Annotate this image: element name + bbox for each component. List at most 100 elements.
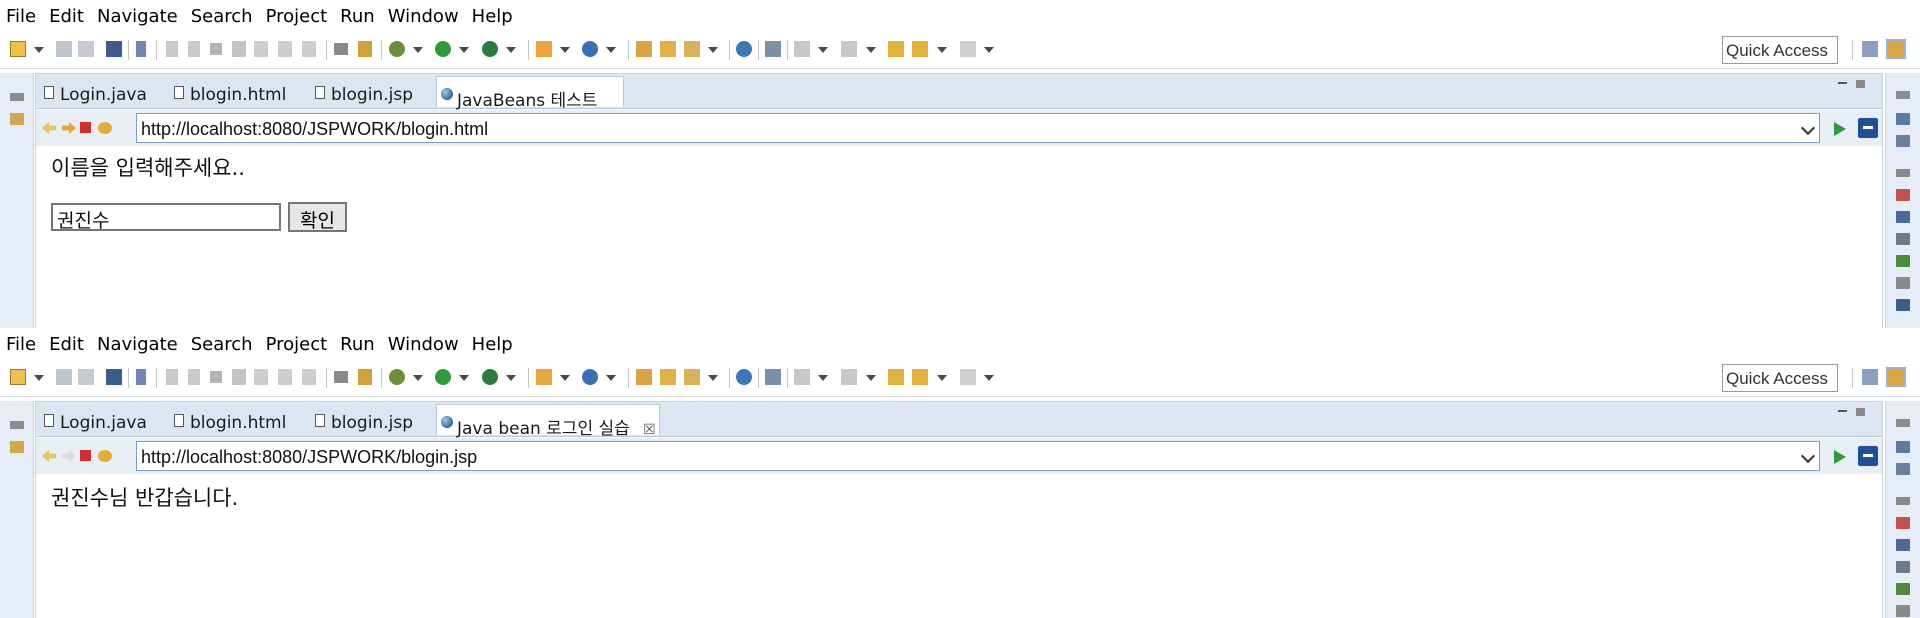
- stop-icon[interactable]: [80, 450, 91, 461]
- forward-dropdown-icon[interactable]: [984, 47, 994, 53]
- step-over-icon[interactable]: [278, 369, 292, 385]
- back-arrow-icon[interactable]: [42, 450, 56, 462]
- run-external-tools-icon[interactable]: [482, 369, 498, 385]
- menu-window[interactable]: Window: [388, 334, 459, 355]
- name-input[interactable]: 권진수: [51, 203, 281, 232]
- save-all-icon[interactable]: [78, 369, 94, 385]
- save-icon[interactable]: [56, 369, 72, 385]
- resume-icon[interactable]: [166, 369, 178, 385]
- external-tools-dropdown-icon[interactable]: [506, 375, 516, 381]
- open-external-icon[interactable]: [1858, 446, 1878, 466]
- new-icon[interactable]: [10, 41, 26, 57]
- restore-icon[interactable]: [10, 93, 24, 101]
- url-input[interactable]: http://localhost:8080/JSPWORK/blogin.htm…: [136, 113, 1820, 143]
- back-dropdown-icon[interactable]: [937, 47, 947, 53]
- last-edit-location-icon[interactable]: [888, 369, 904, 385]
- next-annotation-dropdown-icon[interactable]: [818, 47, 828, 53]
- stop-icon[interactable]: [80, 122, 91, 133]
- server-dropdown-icon[interactable]: [560, 375, 570, 381]
- run-icon[interactable]: [435, 41, 451, 57]
- task-list-icon[interactable]: [1896, 135, 1910, 147]
- tab-java-bean-login[interactable]: Java bean 로그인 실습 ☒: [436, 404, 660, 439]
- menu-run[interactable]: Run: [340, 334, 375, 355]
- skip-breakpoints-icon[interactable]: [136, 369, 146, 385]
- new-server-icon[interactable]: [536, 369, 552, 385]
- tab-login-java[interactable]: Login.java: [40, 404, 168, 435]
- confirm-button[interactable]: 확인: [288, 202, 347, 232]
- data-source-explorer-icon[interactable]: [1896, 583, 1910, 595]
- new-dropdown-icon[interactable]: [34, 47, 44, 53]
- step-return-icon[interactable]: [302, 369, 316, 385]
- save-icon[interactable]: [56, 41, 72, 57]
- menu-edit[interactable]: Edit: [49, 334, 84, 355]
- restore-icon[interactable]: [10, 421, 24, 429]
- last-edit-location-icon[interactable]: [888, 41, 904, 57]
- previous-annotation-dropdown-icon[interactable]: [866, 375, 876, 381]
- new-java-class-icon[interactable]: [582, 41, 598, 57]
- previous-annotation-icon[interactable]: [841, 369, 857, 385]
- annotation-icon[interactable]: [765, 369, 781, 385]
- markers-icon[interactable]: [1896, 517, 1910, 529]
- restore-icon[interactable]: [1896, 91, 1910, 99]
- menu-edit[interactable]: Edit: [49, 6, 84, 27]
- search-dropdown-icon[interactable]: [708, 375, 718, 381]
- menu-file[interactable]: File: [6, 6, 36, 27]
- menu-search[interactable]: Search: [191, 334, 253, 355]
- close-icon[interactable]: ☒: [643, 422, 656, 438]
- properties-icon[interactable]: [1896, 211, 1910, 223]
- search-tool-icon[interactable]: [684, 369, 700, 385]
- menu-help[interactable]: Help: [472, 334, 513, 355]
- step-over-icon[interactable]: [278, 41, 292, 57]
- servers-icon[interactable]: [1896, 233, 1910, 245]
- maximize-icon[interactable]: [1856, 408, 1865, 416]
- maximize-icon[interactable]: [1856, 80, 1865, 88]
- task-list-icon[interactable]: [1896, 463, 1910, 475]
- java-ee-perspective-icon[interactable]: [1886, 39, 1906, 59]
- menu-window[interactable]: Window: [388, 6, 459, 27]
- open-web-browser-icon[interactable]: [736, 369, 752, 385]
- new-icon[interactable]: [10, 369, 26, 385]
- debug-icon[interactable]: [389, 369, 405, 385]
- new-server-icon[interactable]: [536, 41, 552, 57]
- new-dropdown-icon[interactable]: [34, 375, 44, 381]
- chevron-down-icon[interactable]: [1800, 120, 1816, 136]
- resume-icon[interactable]: [166, 41, 178, 57]
- snippets-icon[interactable]: [1896, 605, 1910, 617]
- menu-run[interactable]: Run: [340, 6, 375, 27]
- next-annotation-icon[interactable]: [794, 41, 810, 57]
- open-console-icon[interactable]: [106, 369, 122, 385]
- search-dropdown-icon[interactable]: [708, 47, 718, 53]
- go-icon[interactable]: [1834, 122, 1846, 136]
- step-into-icon[interactable]: [254, 369, 268, 385]
- quick-access-field[interactable]: Quick Access: [1722, 36, 1838, 64]
- tab-blogin-jsp[interactable]: blogin.jsp: [311, 76, 436, 107]
- debug-dropdown-icon[interactable]: [413, 47, 423, 53]
- refresh-icon[interactable]: [98, 122, 112, 134]
- suspend-icon[interactable]: [188, 369, 200, 385]
- open-web-browser-icon[interactable]: [736, 41, 752, 57]
- restore-icon[interactable]: [1896, 169, 1910, 177]
- skip-breakpoints-icon[interactable]: [136, 41, 146, 57]
- java-ee-perspective-icon[interactable]: [1886, 367, 1906, 387]
- menu-navigate[interactable]: Navigate: [97, 6, 178, 27]
- data-source-explorer-icon[interactable]: [1896, 255, 1910, 267]
- menu-project[interactable]: Project: [266, 6, 328, 27]
- minimize-icon[interactable]: [1838, 410, 1847, 412]
- menu-project[interactable]: Project: [266, 334, 328, 355]
- terminate-icon[interactable]: [210, 43, 222, 55]
- markers-icon[interactable]: [1896, 189, 1910, 201]
- project-explorer-icon[interactable]: [10, 441, 24, 453]
- suspend-icon[interactable]: [188, 41, 200, 57]
- debug-icon[interactable]: [389, 41, 405, 57]
- open-external-icon[interactable]: [1858, 118, 1878, 138]
- open-task-icon[interactable]: [660, 41, 676, 57]
- disconnect-icon[interactable]: [232, 369, 246, 385]
- servers-icon[interactable]: [1896, 561, 1910, 573]
- project-explorer-icon[interactable]: [10, 113, 24, 125]
- previous-annotation-dropdown-icon[interactable]: [866, 47, 876, 53]
- new-class-dropdown-icon[interactable]: [606, 47, 616, 53]
- url-input[interactable]: http://localhost:8080/JSPWORK/blogin.jsp: [136, 441, 1820, 471]
- server-dropdown-icon[interactable]: [560, 47, 570, 53]
- quick-access-field[interactable]: Quick Access: [1722, 364, 1838, 392]
- run-external-tools-icon[interactable]: [482, 41, 498, 57]
